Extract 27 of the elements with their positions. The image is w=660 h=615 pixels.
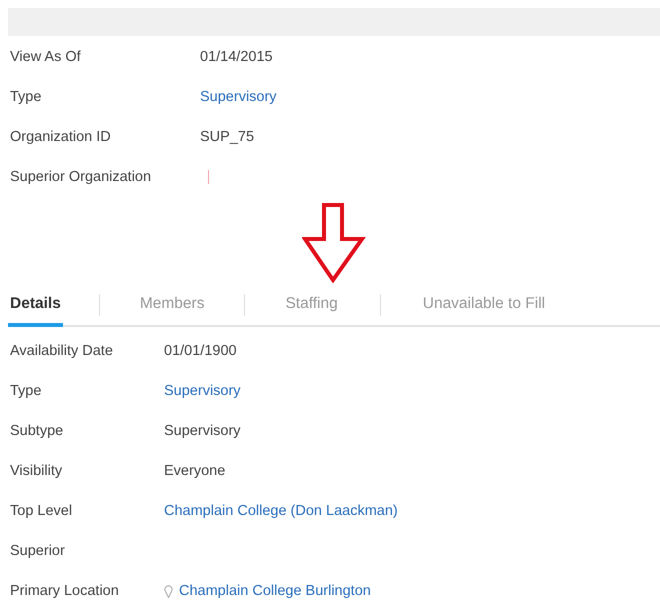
value-link[interactable]: Champlain College Burlington	[179, 583, 371, 599]
field-label: Primary Location	[9, 583, 120, 599]
value-link[interactable]: Champlain College (Don Laackman)	[164, 503, 398, 519]
field-value: 01/01/1900	[164, 343, 237, 359]
location-pin-icon	[164, 584, 173, 598]
field-label: Type	[9, 383, 42, 399]
field-label: Top Level	[9, 503, 74, 519]
input-cursor	[208, 170, 209, 184]
tab[interactable]: Members	[138, 285, 206, 327]
tab[interactable]: Details	[8, 285, 63, 327]
field-value: Supervisory	[164, 423, 241, 439]
down-arrow-icon	[302, 203, 366, 283]
field-value: SUP_75	[200, 129, 254, 145]
value-link[interactable]: Supervisory	[164, 383, 241, 399]
tab[interactable]: Staffing	[283, 285, 340, 327]
field-label: Superior Organization	[9, 169, 152, 185]
field-label: Visibility	[9, 463, 64, 479]
field-value: Everyone	[164, 463, 226, 479]
field-label: Availability Date	[9, 343, 114, 359]
field-label: Organization ID	[9, 129, 112, 145]
field-label: Superior	[9, 543, 66, 559]
field-value: 01/14/2015	[200, 49, 273, 65]
field-label: View As Of	[9, 49, 82, 65]
tab[interactable]: Unavailable to Fill	[420, 285, 548, 327]
field-label: Type	[9, 89, 42, 105]
field-label: Subtype	[9, 423, 64, 439]
value-link[interactable]: Supervisory	[200, 89, 277, 105]
